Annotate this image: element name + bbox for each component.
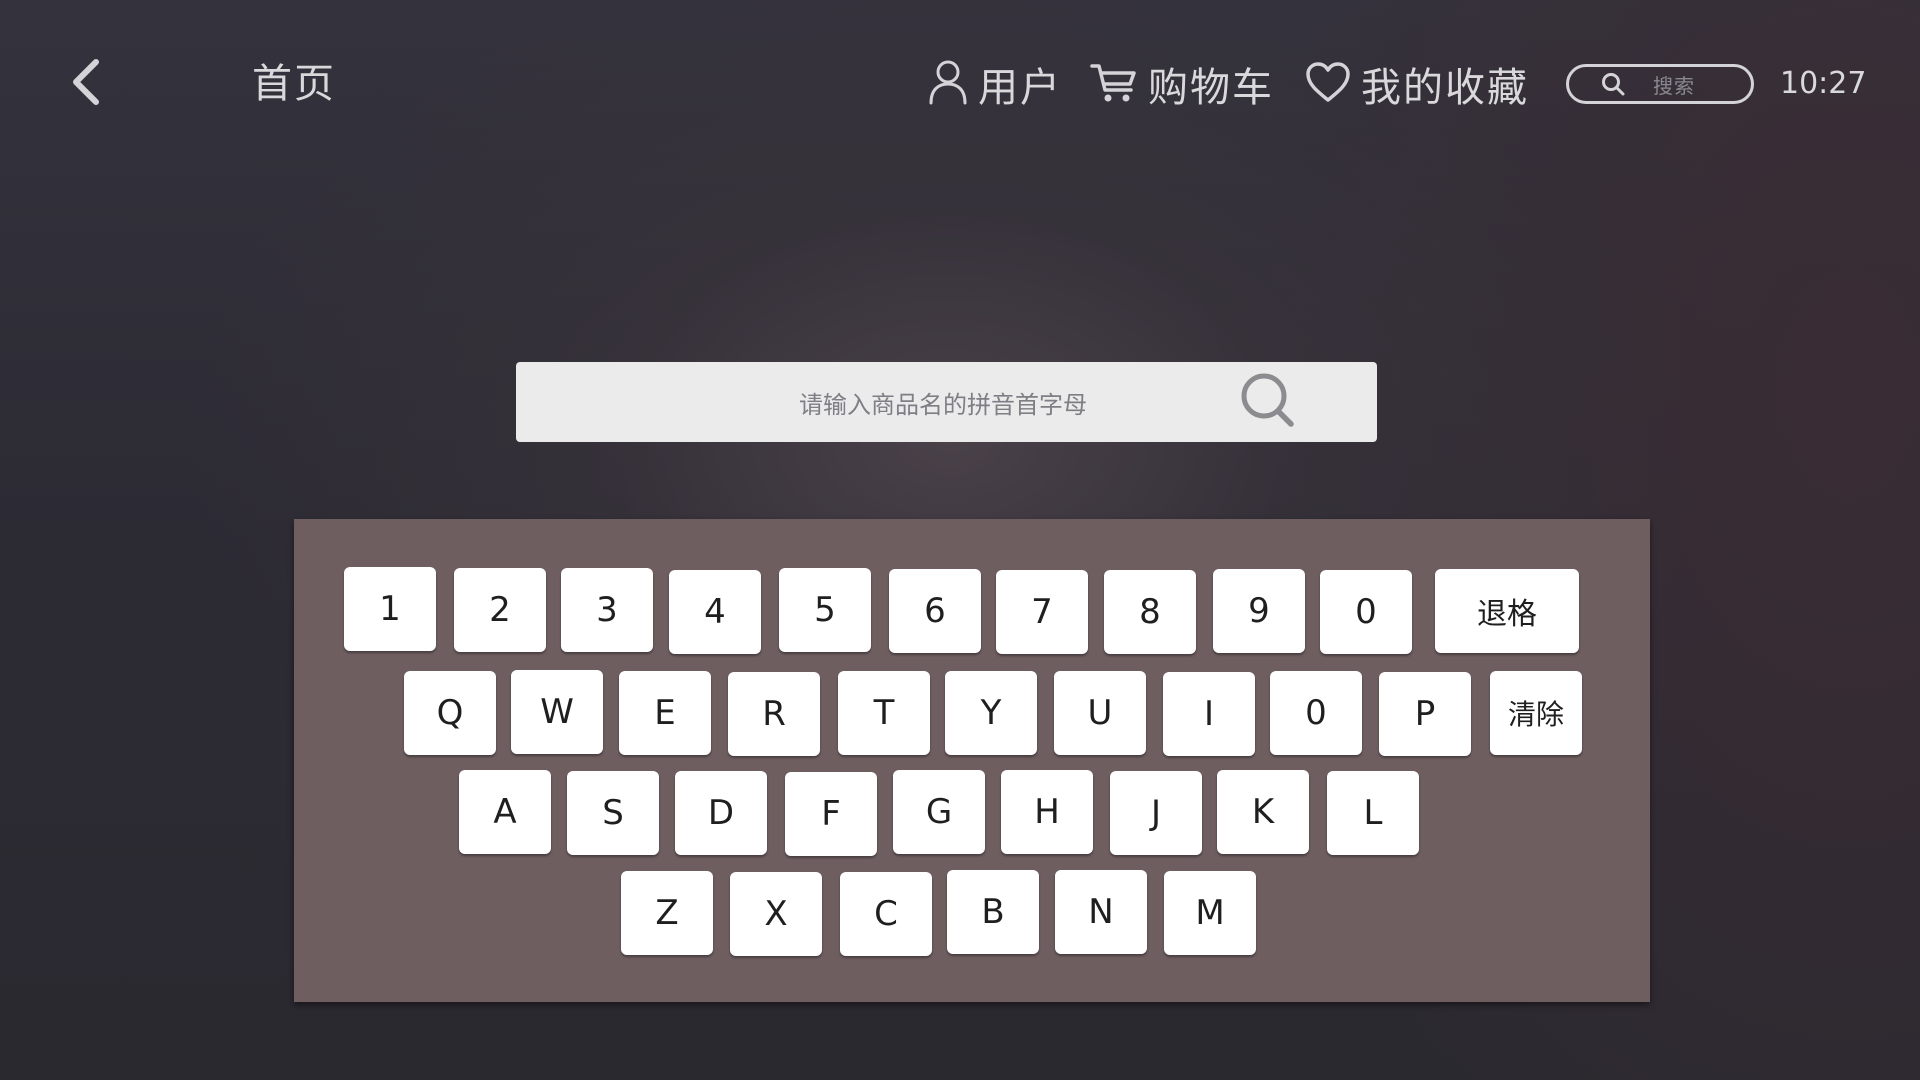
key-0[interactable]: 0 xyxy=(1320,570,1412,654)
back-button[interactable] xyxy=(62,58,110,110)
page-title: 首页 xyxy=(252,61,336,107)
key-o[interactable]: 0 xyxy=(1270,671,1362,755)
key-l[interactable]: L xyxy=(1327,771,1419,855)
nav-user[interactable]: 用户 xyxy=(928,56,1062,112)
product-search-placeholder: 请输入商品名的拼音首字母 xyxy=(799,390,1087,419)
key-e[interactable]: E xyxy=(619,671,711,755)
key-6[interactable]: 6 xyxy=(889,569,981,653)
onscreen-keyboard: 1 2 3 4 5 6 7 8 9 0 退格 Q W E R T Y U I 0… xyxy=(294,519,1650,1002)
key-d[interactable]: D xyxy=(675,771,767,855)
product-search-input[interactable]: 请输入商品名的拼音首字母 xyxy=(516,362,1377,442)
key-f[interactable]: F xyxy=(785,772,877,856)
key-z[interactable]: Z xyxy=(621,871,713,955)
header-search-placeholder: 搜索 xyxy=(1653,73,1695,98)
nav-cart-label: 购物车 xyxy=(1148,65,1274,111)
key-q[interactable]: Q xyxy=(404,671,496,755)
backspace-key[interactable]: 退格 xyxy=(1435,569,1579,653)
cart-icon xyxy=(1090,60,1138,108)
key-x[interactable]: X xyxy=(730,872,822,956)
nav-favorites-label: 我的收藏 xyxy=(1361,65,1529,111)
key-1[interactable]: 1 xyxy=(344,567,436,651)
search-icon xyxy=(1601,72,1625,96)
key-9[interactable]: 9 xyxy=(1213,569,1305,653)
key-g[interactable]: G xyxy=(893,770,985,854)
key-w[interactable]: W xyxy=(511,670,603,754)
search-icon[interactable] xyxy=(1240,372,1296,434)
key-j[interactable]: J xyxy=(1110,771,1202,855)
key-2[interactable]: 2 xyxy=(454,568,546,652)
header-search-input[interactable]: 搜索 xyxy=(1566,64,1754,104)
key-s[interactable]: S xyxy=(567,771,659,855)
key-5[interactable]: 5 xyxy=(779,568,871,652)
nav-cart[interactable]: 购物车 xyxy=(1090,56,1274,112)
nav-user-label: 用户 xyxy=(978,65,1062,111)
key-h[interactable]: H xyxy=(1001,770,1093,854)
clear-key[interactable]: 清除 xyxy=(1490,671,1582,755)
user-icon xyxy=(928,59,968,109)
key-8[interactable]: 8 xyxy=(1104,570,1196,654)
key-3[interactable]: 3 xyxy=(561,568,653,652)
key-i[interactable]: I xyxy=(1163,672,1255,756)
key-r[interactable]: R xyxy=(728,672,820,756)
key-n[interactable]: N xyxy=(1055,870,1147,954)
key-7[interactable]: 7 xyxy=(996,570,1088,654)
nav-favorites[interactable]: 我的收藏 xyxy=(1305,56,1529,112)
key-c[interactable]: C xyxy=(840,872,932,956)
key-p[interactable]: P xyxy=(1379,672,1471,756)
key-b[interactable]: B xyxy=(947,870,1039,954)
key-m[interactable]: M xyxy=(1164,871,1256,955)
chevron-left-icon xyxy=(68,58,104,110)
key-y[interactable]: Y xyxy=(945,671,1037,755)
key-t[interactable]: T xyxy=(838,671,930,755)
key-u[interactable]: U xyxy=(1054,671,1146,755)
clock: 10:27 xyxy=(1780,66,1867,101)
key-4[interactable]: 4 xyxy=(669,570,761,654)
key-a[interactable]: A xyxy=(459,770,551,854)
key-k[interactable]: K xyxy=(1217,770,1309,854)
heart-icon xyxy=(1305,61,1351,107)
